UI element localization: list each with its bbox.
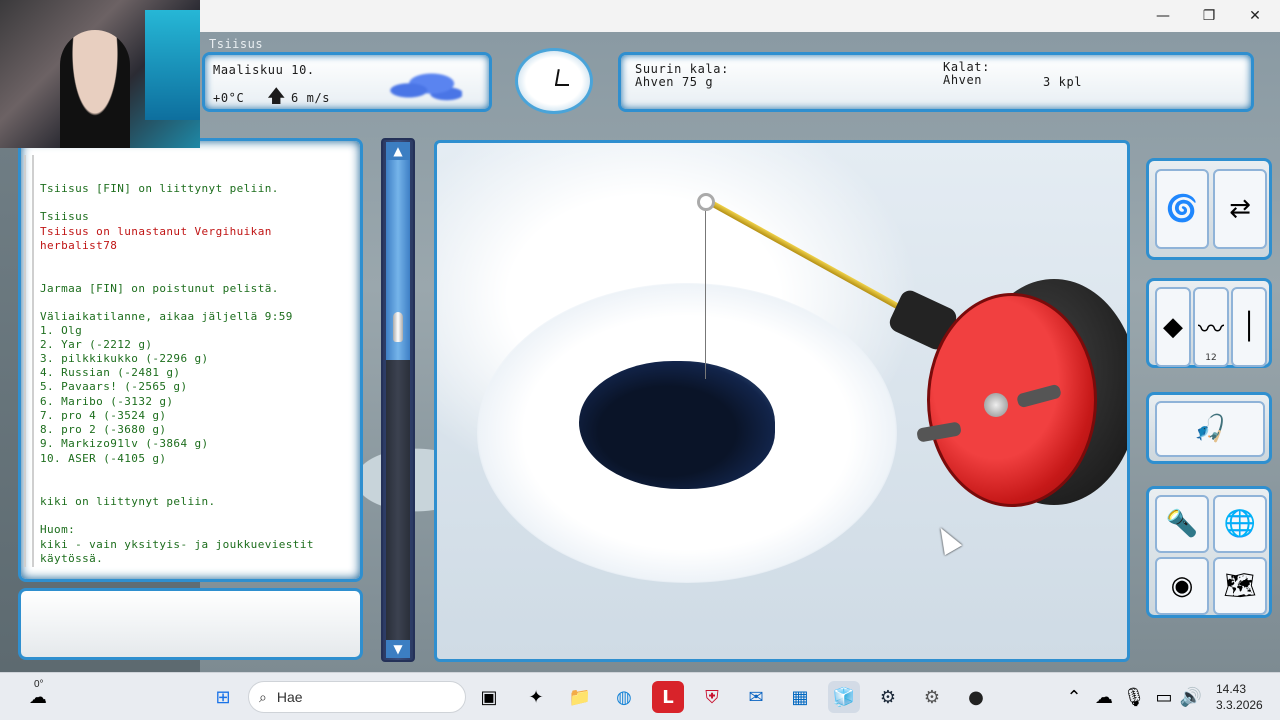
webcam-streamer xyxy=(60,30,130,148)
lure-count: 12 xyxy=(1205,353,1217,363)
catch-panel: Suurin kala: Ahven 75 g Kalat: Ahven 3 k… xyxy=(618,52,1254,112)
taskbar-time[interactable]: 14.43 xyxy=(1216,682,1246,696)
game-date: Maaliskuu 10. xyxy=(213,63,315,77)
task-view-icon[interactable]: ▣ xyxy=(473,681,505,713)
outlook-icon[interactable]: ✉ xyxy=(740,681,772,713)
clock-minute-hand xyxy=(555,84,569,86)
depth-down-arrow[interactable]: ▼ xyxy=(386,640,410,658)
ice-auger-icon[interactable]: 🌀 xyxy=(1155,169,1209,249)
taskbar-search[interactable]: ⌕ Hae xyxy=(248,681,466,713)
store-icon[interactable]: ▦ xyxy=(784,681,816,713)
chat-message: Väliaikatilanne, aikaa jäljellä 9:59 xyxy=(40,310,293,323)
restore-button[interactable]: ❐ xyxy=(1186,0,1232,32)
steam-icon[interactable]: ⚙ xyxy=(872,681,904,713)
depth-up-arrow[interactable]: ▲ xyxy=(386,142,410,160)
globe-icon[interactable]: 🌐 xyxy=(1213,495,1267,553)
move-spot-icon[interactable]: ⇄ xyxy=(1213,169,1267,249)
mcafee-icon[interactable]: ⛨ xyxy=(696,681,728,713)
chat-input[interactable] xyxy=(18,588,363,660)
chat-message: Tsiisus on lunastanut Vergihuikan xyxy=(40,225,272,238)
chat-message: 4. Russian (-2481 g) xyxy=(40,366,181,379)
ice-hole[interactable] xyxy=(579,361,775,489)
depth-bob-icon[interactable] xyxy=(393,312,403,342)
search-icon: ⌕ xyxy=(259,688,267,705)
taskbar-date[interactable]: 3.3.2026 xyxy=(1216,698,1263,712)
rod-select-icon[interactable]: 🎣 xyxy=(1155,401,1265,457)
chat-message: kiki on liittynyt peliin. xyxy=(40,495,216,508)
lenovo-icon[interactable]: L xyxy=(652,681,684,713)
chat-message: 2. Yar (-2212 g) xyxy=(40,338,153,351)
chat-message: 5. Pavaars! (-2565 g) xyxy=(40,380,188,393)
close-button[interactable]: ✕ xyxy=(1232,0,1278,32)
github-icon[interactable]: ● xyxy=(960,681,992,713)
webcam-background-banner xyxy=(145,10,200,120)
reel-hub-icon xyxy=(984,393,1008,417)
chat-message: Tsiisus xyxy=(40,210,90,223)
chat-message: 10. ASER (-4105 g) xyxy=(40,452,167,465)
map-icon[interactable]: 🗺 xyxy=(1213,557,1267,615)
file-explorer-icon[interactable]: 📁 xyxy=(564,681,596,713)
settings-icon[interactable]: ⚙ xyxy=(916,681,948,713)
chat-message: 7. pro 4 (-3524 g) xyxy=(40,409,167,422)
rod-tip-ring xyxy=(697,193,715,211)
weather-widget-temp: 0° xyxy=(34,679,44,690)
chat-message: 8. pro 2 (-3680 g) xyxy=(40,423,167,436)
webcam-overlay xyxy=(0,0,200,148)
fishing-line xyxy=(705,209,706,379)
taskbar: ☁ 0° ⊞ ⌕ Hae ▣ ✦ 📁 ◍ L ⛨ ✉ ▦ 🧊 ⚙ ⚙ ● ⌃ ☁… xyxy=(0,672,1280,720)
clock-icon xyxy=(515,48,593,114)
depth-lower-track xyxy=(386,360,410,640)
ice-fishing-scene[interactable] xyxy=(434,140,1130,662)
lure-icon[interactable]: ◆ xyxy=(1155,287,1191,367)
microphone-icon[interactable]: 🎙 xyxy=(1118,681,1150,713)
chat-message: 9. Markizo91lv (-3864 g) xyxy=(40,437,209,450)
tools-group-4: 🔦 🌐 ◉ 🗺 xyxy=(1146,486,1272,618)
chat-message: kiki - vain yksityis- ja joukkueviestit xyxy=(40,538,314,551)
sonar-icon[interactable]: ◉ xyxy=(1155,557,1209,615)
temperature: +0°C xyxy=(213,91,245,105)
fish-list-name: Ahven xyxy=(943,73,983,87)
copilot-icon[interactable]: ✦ xyxy=(520,681,552,713)
player-name: Tsiisus xyxy=(209,37,264,51)
float-icon[interactable]: │ xyxy=(1231,287,1267,367)
volume-icon[interactable]: 🔊 xyxy=(1175,681,1207,713)
onedrive-icon[interactable]: ☁ xyxy=(1088,681,1120,713)
fish-list: Kalat: Ahven xyxy=(943,61,990,87)
chat-message: 3. pilkkikukko (-2296 g) xyxy=(40,352,209,365)
biggest-fish-value: Ahven 75 g xyxy=(635,75,714,89)
chat-message: käytössä. xyxy=(40,552,104,565)
wind-speed: 6 m/s xyxy=(291,91,331,105)
chat-scrollbar[interactable] xyxy=(24,155,34,567)
wind-direction-icon: 🡅 xyxy=(267,86,287,107)
chat-message: Tsiisus [FIN] on liittynyt peliin. xyxy=(40,182,279,195)
chat-message: Jarmaa [FIN] on poistunut pelistä. xyxy=(40,282,279,295)
chat-message: Huom: xyxy=(40,523,76,536)
tools-group-1: 🌀 ⇄ xyxy=(1146,158,1272,260)
chat-message: herbalist78 xyxy=(40,239,118,252)
game-app-icon[interactable]: 🧊 xyxy=(828,681,860,713)
fishing-reel[interactable] xyxy=(927,293,1097,507)
chat-message: 6. Maribo (-3132 g) xyxy=(40,395,174,408)
clock-hour-hand xyxy=(555,69,560,86)
start-icon[interactable]: ⊞ xyxy=(207,681,239,713)
cloud-icon xyxy=(386,70,462,104)
flashlight-icon[interactable]: 🔦 xyxy=(1155,495,1209,553)
minimize-button[interactable]: — xyxy=(1140,0,1186,32)
tools-group-3: 🎣 xyxy=(1146,392,1272,464)
chat-message: 1. Olg xyxy=(40,324,83,337)
jig-icon[interactable]: 〰 12 xyxy=(1193,287,1229,367)
biggest-fish: Suurin kala: Ahven 75 g xyxy=(635,63,729,89)
search-input[interactable]: Hae xyxy=(277,689,303,705)
fish-count: 3 kpl xyxy=(1043,75,1083,89)
tools-group-2: ◆ 〰 12 │ xyxy=(1146,278,1272,368)
tray-chevron-icon[interactable]: ⌃ xyxy=(1058,681,1090,713)
edge-icon[interactable]: ◍ xyxy=(608,681,640,713)
